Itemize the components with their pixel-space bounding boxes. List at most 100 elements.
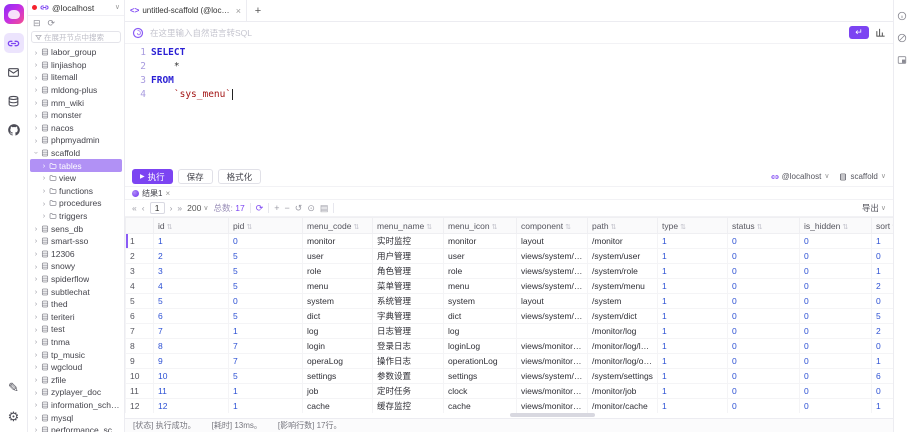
cell-is_hidden[interactable]: 0 [800, 324, 872, 339]
horizontal-scrollbar[interactable] [125, 413, 893, 418]
cell-menu_code[interactable]: login [303, 339, 373, 354]
cell-is_hidden[interactable]: 0 [800, 309, 872, 324]
history-icon[interactable] [897, 33, 907, 43]
cell-type[interactable]: 1 [658, 294, 728, 309]
cell-sort[interactable]: 6 [872, 369, 894, 384]
tree-item-monster[interactable]: ›monster [28, 109, 124, 122]
cell-id[interactable]: 6 [154, 309, 229, 324]
tree-item-labor_group[interactable]: ›labor_group [28, 46, 124, 59]
column-header-type[interactable]: type⇅ [658, 218, 728, 234]
collapse-all-button[interactable]: ⊟ [33, 19, 41, 28]
chart-toggle-button[interactable] [875, 27, 886, 38]
tree-item-phpmyadmin[interactable]: ›phpmyadmin [28, 134, 124, 147]
cell-menu_code[interactable]: settings [303, 369, 373, 384]
cell-component[interactable] [517, 324, 588, 339]
row-number-cell[interactable]: 9 [126, 354, 154, 369]
cell-id[interactable]: 3 [154, 264, 229, 279]
refresh-results-button[interactable]: ⟳ [256, 204, 264, 213]
tree-item-spiderflow[interactable]: ›spiderflow [28, 273, 124, 286]
cell-id[interactable]: 4 [154, 279, 229, 294]
tree-item-linjiashop[interactable]: ›linjiashop [28, 59, 124, 72]
row-number-cell[interactable]: 12 [126, 399, 154, 414]
cell-pid[interactable]: 5 [229, 264, 303, 279]
cell-menu_icon[interactable]: log [444, 324, 517, 339]
cell-type[interactable]: 1 [658, 399, 728, 414]
row-number-cell[interactable]: 1 [126, 234, 154, 249]
tree-item-zfile[interactable]: ›zfile [28, 373, 124, 386]
tree-item-mm_wiki[interactable]: ›mm_wiki [28, 96, 124, 109]
tree-item-12306[interactable]: ›12306 [28, 248, 124, 261]
sql-editor[interactable]: 1234 SELECT *FROM `sys_menu` [125, 44, 893, 167]
tree-item-tables[interactable]: ›tables [30, 159, 122, 172]
tree-item-snowy[interactable]: ›snowy [28, 260, 124, 273]
cell-is_hidden[interactable]: 0 [800, 339, 872, 354]
cell-status[interactable]: 0 [728, 324, 800, 339]
row-number-cell[interactable]: 7 [126, 324, 154, 339]
cell-type[interactable]: 1 [658, 279, 728, 294]
column-header-status[interactable]: status⇅ [728, 218, 800, 234]
cell-pid[interactable]: 1 [229, 324, 303, 339]
cell-status[interactable]: 0 [728, 309, 800, 324]
cell-path[interactable]: /system/user [588, 249, 658, 264]
cell-menu_code[interactable]: cache [303, 399, 373, 414]
database-select[interactable]: scaffold ∨ [839, 172, 886, 181]
tree-item-test[interactable]: ›test [28, 323, 124, 336]
cell-sort[interactable]: 1 [872, 354, 894, 369]
cell-component[interactable]: layout [517, 234, 588, 249]
cell-menu_name[interactable]: 菜单管理 [373, 279, 444, 294]
tab-result-1[interactable]: 结果1 × [132, 188, 170, 199]
cell-pid[interactable]: 5 [229, 279, 303, 294]
cell-id[interactable]: 1 [154, 234, 229, 249]
cell-pid[interactable]: 1 [229, 384, 303, 399]
cell-is_hidden[interactable]: 0 [800, 399, 872, 414]
cell-status[interactable]: 0 [728, 354, 800, 369]
cell-pid[interactable]: 5 [229, 369, 303, 384]
cell-menu_name[interactable]: 缓存监控 [373, 399, 444, 414]
column-header-menu_icon[interactable]: menu_icon⇅ [444, 218, 517, 234]
cell-pid[interactable]: 7 [229, 339, 303, 354]
cell-sort[interactable]: 1 [872, 399, 894, 414]
cell-pid[interactable]: 1 [229, 399, 303, 414]
cell-menu_icon[interactable]: monitor [444, 234, 517, 249]
cell-type[interactable]: 1 [658, 324, 728, 339]
tree-item-teriteri[interactable]: ›teriteri [28, 310, 124, 323]
column-header-component[interactable]: component⇅ [517, 218, 588, 234]
cell-path[interactable]: /monitor/job [588, 384, 658, 399]
cell-menu_code[interactable]: role [303, 264, 373, 279]
cell-menu_name[interactable]: 实时监控 [373, 234, 444, 249]
tree-item-mysql[interactable]: ›mysql [28, 411, 124, 424]
cell-sort[interactable]: 5 [872, 309, 894, 324]
connection-select[interactable]: @localhost ∨ [771, 172, 830, 181]
cell-menu_name[interactable]: 定时任务 [373, 384, 444, 399]
tab-untitled-scaffold[interactable]: <> untitled-scaffold (@localhost) × [125, 0, 247, 21]
row-number-cell[interactable]: 8 [126, 339, 154, 354]
tree-item-mldong-plus[interactable]: ›mldong-plus [28, 84, 124, 97]
sidebar-item-github[interactable] [4, 120, 24, 140]
cell-component[interactable]: views/monitor/log/login [517, 339, 588, 354]
settings-button[interactable]: ⚙ [4, 406, 24, 426]
last-page-button[interactable]: » [177, 204, 182, 213]
cell-is_hidden[interactable]: 0 [800, 384, 872, 399]
cell-type[interactable]: 1 [658, 339, 728, 354]
cell-is_hidden[interactable]: 0 [800, 279, 872, 294]
tree-item-view[interactable]: ›view [28, 172, 124, 185]
cell-path[interactable]: /system/menu [588, 279, 658, 294]
cell-sort[interactable]: 1 [872, 234, 894, 249]
cell-status[interactable]: 0 [728, 399, 800, 414]
cell-path[interactable]: /system [588, 294, 658, 309]
cell-id[interactable]: 12 [154, 399, 229, 414]
cell-menu_code[interactable]: menu [303, 279, 373, 294]
panel-layout-icon[interactable] [897, 55, 907, 65]
column-header-sort[interactable]: sort⇅ [872, 218, 894, 234]
cell-path[interactable]: /monitor/log/operation [588, 354, 658, 369]
cell-menu_icon[interactable]: operationLog [444, 354, 517, 369]
cell-type[interactable]: 1 [658, 384, 728, 399]
tree-item-litemall[interactable]: ›litemall [28, 71, 124, 84]
cell-sort[interactable]: 2 [872, 324, 894, 339]
sidebar-item-connections[interactable] [4, 33, 24, 53]
cell-id[interactable]: 2 [154, 249, 229, 264]
cell-type[interactable]: 1 [658, 249, 728, 264]
cell-sort[interactable]: 0 [872, 294, 894, 309]
cell-status[interactable]: 0 [728, 384, 800, 399]
tree-item-information_schema[interactable]: ›information_schema [28, 399, 124, 412]
